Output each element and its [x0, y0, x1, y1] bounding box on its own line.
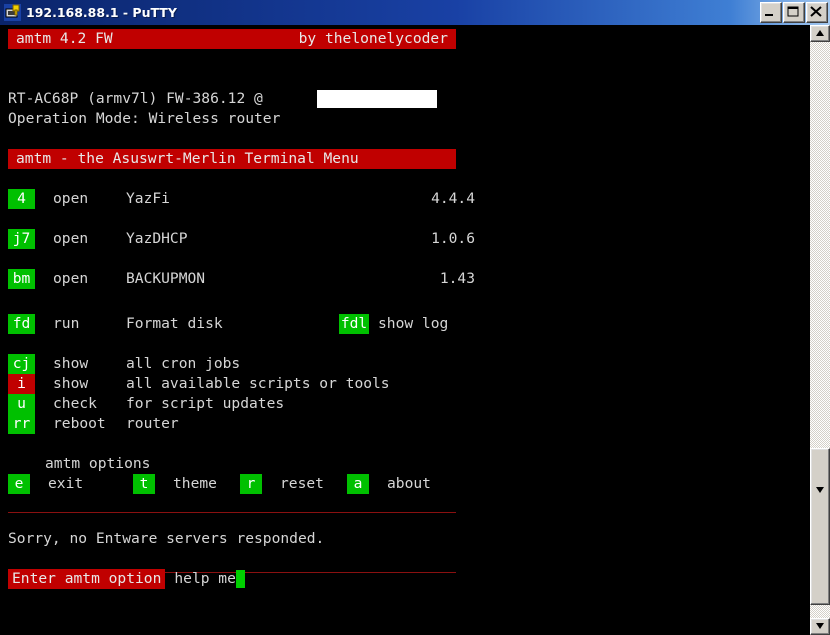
scroll-up-icon[interactable] [810, 25, 830, 42]
menu-name-label: Format disk [126, 315, 223, 332]
amtm-options-row: e exit t theme r reset a about [8, 474, 431, 494]
putty-window: 192.168.88.1 - PuTTY amtm 4.2 FW by thel… [0, 0, 830, 635]
option-label-theme: theme [173, 475, 217, 492]
window-titlebar[interactable]: 192.168.88.1 - PuTTY [0, 0, 830, 25]
putty-icon [4, 4, 21, 21]
menu-key-badge[interactable]: fd [8, 314, 35, 334]
menu-action-label: open [53, 270, 89, 287]
menu-key-badge[interactable]: bm [8, 269, 35, 289]
scrollbar-thumb[interactable] [810, 448, 830, 605]
amtm-options-heading-text: amtm options [45, 455, 151, 472]
option-key-badge-reset[interactable]: r [240, 474, 262, 494]
format-disk-log-label: show log [378, 315, 449, 332]
menu-row-reboot-router[interactable]: rr reboot router [8, 414, 179, 434]
option-label-reset: reset [280, 475, 324, 492]
menu-version-label: 1.43 [439, 270, 475, 287]
menu-name-label: BACKUPMON [126, 270, 206, 287]
status-message-text: Sorry, no Entware servers responded. [8, 530, 325, 547]
menu-action-label: check [53, 395, 97, 412]
option-label-exit: exit [48, 475, 84, 492]
menu-key-badge[interactable]: i [8, 374, 35, 394]
menu-row-cron-jobs[interactable]: cj show all cron jobs [8, 354, 240, 374]
operation-mode-line: Operation Mode: Wireless router [0, 109, 280, 129]
minimize-button[interactable] [760, 2, 782, 23]
status-message-line: Sorry, no Entware servers responded. [0, 529, 324, 549]
menu-title-text: amtm - the Asuswrt-Merlin Terminal Menu [16, 150, 359, 167]
menu-row-format-disk[interactable]: fd run Format disk fdl show log [8, 314, 448, 334]
menu-action-label: run [53, 315, 80, 332]
menu-action-label: show [53, 375, 89, 392]
device-info-line: RT-AC68P (armv7l) FW-386.12 @ [0, 89, 263, 109]
amtm-options-heading: amtm options [45, 454, 150, 474]
option-key-badge-theme[interactable]: t [133, 474, 155, 494]
option-key-badge-exit[interactable]: e [8, 474, 30, 494]
text-cursor[interactable] [235, 570, 245, 588]
menu-action-label: show [53, 355, 89, 372]
menu-title-bar: amtm - the Asuswrt-Merlin Terminal Menu [8, 149, 456, 169]
window-title: 192.168.88.1 - PuTTY [26, 5, 177, 20]
operation-mode-text: Operation Mode: Wireless router [8, 110, 281, 127]
menu-version-label: 4.4.4 [431, 190, 475, 207]
scroll-down-icon[interactable] [810, 618, 830, 635]
menu-version-label: 1.0.6 [431, 230, 475, 247]
menu-key-badge[interactable]: u [8, 394, 35, 414]
redacted-hostname [317, 90, 437, 108]
amtm-version-label: amtm 4.2 FW [16, 30, 113, 47]
menu-name-label: YazDHCP [126, 230, 188, 247]
menu-key-badge[interactable]: 4 [8, 189, 35, 209]
menu-key-badge[interactable]: cj [8, 354, 35, 374]
menu-action-label: reboot [53, 415, 106, 432]
menu-description-label: router [126, 415, 179, 432]
menu-action-label: open [53, 190, 89, 207]
menu-row-backupmon[interactable]: bm open BACKUPMON 1.43 [8, 269, 475, 289]
amtm-version-banner: amtm 4.2 FW by thelonelycoder [8, 29, 456, 49]
option-key-badge-about[interactable]: a [347, 474, 369, 494]
menu-row-yazfi[interactable]: 4 open YazFi 4.4.4 [8, 189, 475, 209]
menu-key-badge[interactable]: j7 [8, 229, 35, 249]
amtm-author-label: by thelonelycoder [298, 30, 448, 47]
menu-key-badge[interactable]: rr [8, 414, 35, 434]
menu-description-label: for script updates [126, 395, 285, 412]
option-label-about: about [387, 475, 431, 492]
divider-top [8, 512, 456, 513]
menu-row-script-updates[interactable]: u check for script updates [8, 394, 284, 414]
menu-description-label: all cron jobs [126, 355, 241, 372]
menu-row-available-scripts[interactable]: i show all available scripts or tools [8, 374, 390, 394]
device-info-text: RT-AC68P (armv7l) FW-386.12 @ [8, 90, 263, 107]
menu-name-label: YazFi [126, 190, 170, 207]
terminal-screen[interactable]: amtm 4.2 FW by thelonelycoder RT-AC68P (… [0, 25, 810, 635]
prompt-label: Enter amtm option [8, 569, 166, 589]
prompt-hint: help me [174, 570, 236, 587]
menu-row-yazdhcp[interactable]: j7 open YazDHCP 1.0.6 [8, 229, 475, 249]
terminal-scrollbar[interactable] [810, 25, 830, 635]
menu-description-label: all available scripts or tools [126, 375, 390, 392]
maximize-button[interactable] [783, 2, 805, 23]
menu-action-label: open [53, 230, 89, 247]
command-prompt-row[interactable]: Enter amtm option help me [0, 569, 245, 589]
format-disk-log-key-badge[interactable]: fdl [339, 314, 369, 334]
close-button[interactable] [806, 2, 828, 23]
